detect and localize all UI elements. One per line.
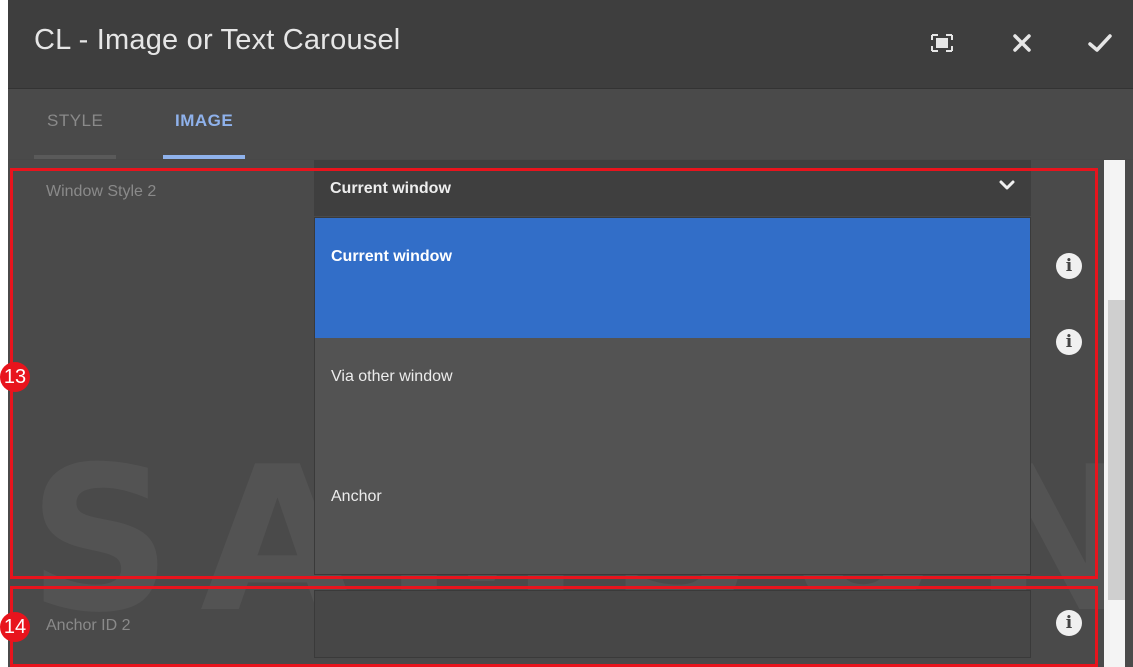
info-icon[interactable]: i [1056,253,1082,279]
window-style-select[interactable]: Current window [314,160,1031,216]
dialog-titlebar: CL - Image or Text Carousel [8,0,1133,89]
tab-image-underline [163,155,245,159]
info-icon[interactable]: i [1056,610,1082,636]
tab-image[interactable]: IMAGE [175,111,233,131]
chevron-down-icon[interactable] [999,178,1015,196]
dialog-title: CL - Image or Text Carousel [34,24,401,56]
option-current-window[interactable]: Current window [315,218,1030,338]
option-label: Anchor [331,488,382,505]
anchor-id-label: Anchor ID 2 [46,617,131,634]
dialog: CL - Image or Text Carousel STYLE IMAGE … [8,0,1133,667]
anchor-id-input[interactable] [314,590,1031,658]
tab-bar: STYLE IMAGE [8,89,1133,159]
window-style-label: Window Style 2 [46,183,157,200]
tab-style-underline [34,155,116,159]
annotation-badge-14: 14 [0,612,30,642]
option-anchor[interactable]: Anchor [315,458,1030,578]
fullscreen-icon[interactable] [927,26,957,60]
scrollbar-thumb[interactable] [1108,300,1125,600]
info-icon[interactable]: i [1056,329,1082,355]
option-label: Via other window [331,368,453,385]
tab-style[interactable]: STYLE [47,111,103,131]
annotation-badge-13: 13 [0,362,30,392]
window-style-selected-value: Current window [330,180,451,197]
option-label: Current window [331,248,452,265]
check-icon[interactable] [1085,26,1115,60]
window-style-options: Current window Via other window Anchor [314,217,1031,575]
option-via-other-window[interactable]: Via other window [315,338,1030,458]
close-icon[interactable] [1007,26,1037,60]
